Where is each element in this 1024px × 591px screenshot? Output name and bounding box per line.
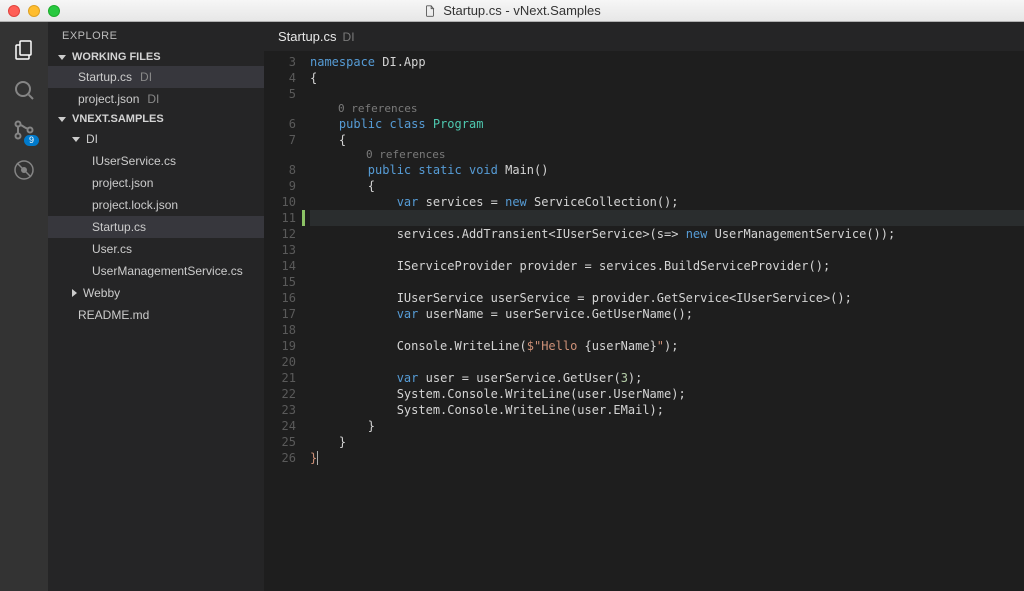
editor-area: Startup.cs DI 345 67 891011121314151617181… (264, 22, 1024, 591)
file-usermgmtservice[interactable]: UserManagementService.cs (48, 260, 264, 282)
section-working-files[interactable]: WORKING FILES (48, 48, 264, 66)
chevron-down-icon (58, 117, 66, 122)
window-title: Startup.cs - vNext.Samples (0, 3, 1024, 18)
code-line[interactable]: { (310, 178, 1024, 194)
debug-icon (12, 158, 36, 182)
explorer-sidebar: EXPLORE WORKING FILES Startup.cs DI proj… (48, 22, 264, 591)
code-line[interactable]: namespace DI.App (310, 54, 1024, 70)
editor-tab-startup[interactable]: Startup.cs DI (278, 29, 355, 44)
code-line[interactable] (310, 86, 1024, 102)
line-number: 13 (264, 242, 296, 258)
line-number: 19 (264, 338, 296, 354)
line-number: 21 (264, 370, 296, 386)
code-line[interactable]: } (310, 418, 1024, 434)
code-line[interactable]: public static void Main() (310, 162, 1024, 178)
code-line[interactable]: System.Console.WriteLine(user.UserName); (310, 386, 1024, 402)
code-line[interactable]: } (310, 434, 1024, 450)
editor-tabbar: Startup.cs DI (264, 22, 1024, 52)
code-line[interactable]: { (310, 70, 1024, 86)
line-number (264, 148, 296, 162)
line-number (264, 102, 296, 116)
code-line[interactable]: var userName = userService.GetUserName()… (310, 306, 1024, 322)
line-number: 20 (264, 354, 296, 370)
line-number: 18 (264, 322, 296, 338)
line-number: 5 (264, 86, 296, 102)
codelens[interactable]: 0 references (310, 102, 1024, 116)
line-number: 3 (264, 54, 296, 70)
code-line[interactable] (310, 322, 1024, 338)
line-number: 26 (264, 450, 296, 466)
file-readme[interactable]: README.md (48, 304, 264, 326)
working-file-projectjson[interactable]: project.json DI (48, 88, 264, 110)
code-line[interactable]: Console.WriteLine($"Hello {userName}"); (310, 338, 1024, 354)
file-iuserservice[interactable]: IUserService.cs (48, 150, 264, 172)
chevron-down-icon (58, 55, 66, 60)
code-line[interactable]: public class Program (310, 116, 1024, 132)
section-label: VNEXT.SAMPLES (72, 113, 164, 125)
line-number: 22 (264, 386, 296, 402)
code-editor[interactable]: 345 67 89101112131415161718192021222324252… (264, 52, 1024, 591)
line-number: 8 (264, 162, 296, 178)
code-line[interactable]: var services = new ServiceCollection(); (310, 194, 1024, 210)
line-number: 6 (264, 116, 296, 132)
line-number: 12 (264, 226, 296, 242)
file-user[interactable]: User.cs (48, 238, 264, 260)
line-number: 7 (264, 132, 296, 148)
code-line[interactable] (310, 274, 1024, 290)
line-number: 16 (264, 290, 296, 306)
code-line[interactable]: services.AddTransient<IUserService>(s=> … (310, 226, 1024, 242)
search-icon (12, 78, 36, 102)
file-icon (423, 4, 437, 18)
chevron-down-icon (72, 137, 80, 142)
line-number: 15 (264, 274, 296, 290)
code-line[interactable] (310, 210, 1024, 226)
line-number: 4 (264, 70, 296, 86)
code-line[interactable]: IServiceProvider provider = services.Bui… (310, 258, 1024, 274)
file-projectjson[interactable]: project.json (48, 172, 264, 194)
codelens[interactable]: 0 references (310, 148, 1024, 162)
code-line[interactable]: IUserService userService = provider.GetS… (310, 290, 1024, 306)
activity-bar: 9 (0, 22, 48, 591)
folder-di[interactable]: DI (48, 128, 264, 150)
file-projectlockjson[interactable]: project.lock.json (48, 194, 264, 216)
line-number: 23 (264, 402, 296, 418)
activity-search[interactable] (0, 70, 48, 110)
code-line[interactable]: } (310, 450, 1024, 466)
code-line[interactable] (310, 354, 1024, 370)
line-number: 17 (264, 306, 296, 322)
code-line[interactable]: System.Console.WriteLine(user.EMail); (310, 402, 1024, 418)
activity-explorer[interactable] (0, 30, 48, 70)
chevron-right-icon (72, 289, 77, 297)
files-icon (12, 38, 36, 62)
activity-git[interactable]: 9 (0, 110, 48, 150)
git-changes-badge: 9 (24, 135, 39, 146)
line-number: 24 (264, 418, 296, 434)
line-number: 10 (264, 194, 296, 210)
folder-webby[interactable]: Webby (48, 282, 264, 304)
code-line[interactable]: { (310, 132, 1024, 148)
code-content[interactable]: namespace DI.App{0 references public cla… (310, 54, 1024, 591)
section-label: WORKING FILES (72, 51, 161, 63)
line-number: 25 (264, 434, 296, 450)
working-file-startup[interactable]: Startup.cs DI (48, 66, 264, 88)
line-number: 9 (264, 178, 296, 194)
title-bar: Startup.cs - vNext.Samples (0, 0, 1024, 22)
line-number-gutter: 345 67 89101112131415161718192021222324252… (264, 54, 310, 591)
line-number: 14 (264, 258, 296, 274)
activity-debug[interactable] (0, 150, 48, 190)
section-project[interactable]: VNEXT.SAMPLES (48, 110, 264, 128)
sidebar-title: EXPLORE (48, 22, 264, 48)
line-number: 11 (264, 210, 296, 226)
code-line[interactable]: var user = userService.GetUser(3); (310, 370, 1024, 386)
code-line[interactable] (310, 242, 1024, 258)
file-startup[interactable]: Startup.cs (48, 216, 264, 238)
